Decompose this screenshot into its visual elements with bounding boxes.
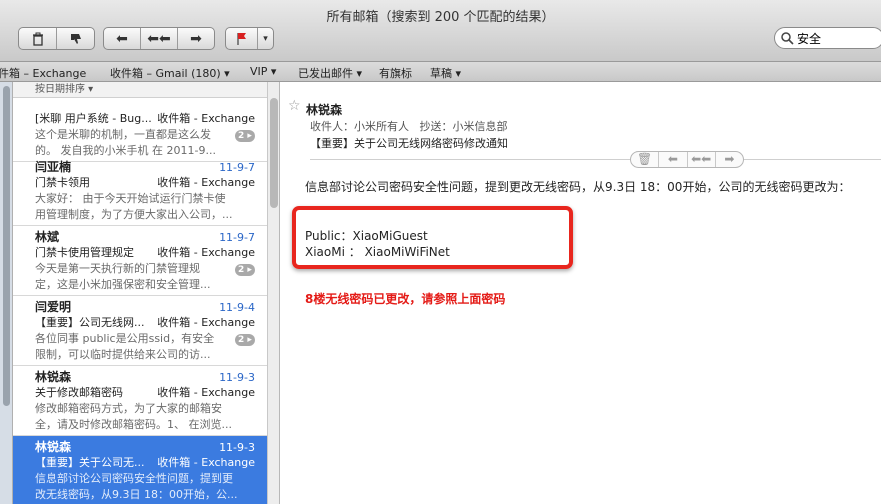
message-sender: 闫爱明 xyxy=(35,300,72,314)
to-value[interactable]: 小米所有人 xyxy=(354,120,409,133)
thread-count-badge[interactable]: 2 ▸ xyxy=(235,334,255,346)
message-date: 11-9-3 xyxy=(219,371,255,384)
forward-icon: ➡ xyxy=(724,152,735,166)
message-subject: [米聊 用户系统 - Bug... xyxy=(35,112,152,125)
trash-icon: 🗑 xyxy=(637,152,653,166)
header-divider xyxy=(310,159,881,160)
message-mailbox: 收件箱 - Exchange xyxy=(157,456,255,469)
favorite-sent[interactable]: 已发出邮件 ▾ xyxy=(298,65,362,81)
message-preview-line1: 今天是第一天执行新的门禁管理规 xyxy=(35,262,200,275)
inline-forward-button[interactable]: ➡ xyxy=(714,152,743,167)
message-mailbox: 收件箱 - Exchange xyxy=(157,316,255,329)
reply-all-button[interactable]: ⬅⬅ xyxy=(140,28,177,49)
message-mailbox: 收件箱 - Exchange xyxy=(157,112,255,125)
message-list-item[interactable]: 闫亚楠 11-9-7 门禁卡领用 收件箱 - Exchange 大家好： 由于今天开… xyxy=(13,156,267,226)
delete-button[interactable] xyxy=(19,28,56,49)
thread-count-badge[interactable]: 2 ▸ xyxy=(235,264,255,276)
message-sender: 林锐森 xyxy=(35,370,72,384)
message-preview-line1: 信息部讨论公司密码安全性问题，提到更 xyxy=(35,472,233,485)
message-sender: 林斌 xyxy=(35,230,60,244)
message-subject-header: 【重要】关于公司无线网络密码修改通知 xyxy=(310,137,508,150)
credential-xiaomi: XiaoMi ： XiaoMiWiFiNet xyxy=(305,245,450,259)
reading-pane: ☆ 林锐森 收件人：小米所有人 抄送：小米信息部 【重要】关于公司无线网络密码修… xyxy=(280,82,881,504)
password-notice: 8楼无线密码已更改，请参照上面密码 xyxy=(305,292,506,306)
search-field[interactable] xyxy=(774,27,881,49)
message-preview-line1: 各位同事 public是公用ssid，有安全 xyxy=(35,332,215,345)
message-subject: 门禁卡使用管理规定 xyxy=(35,246,134,259)
cc-value[interactable]: 小米信息部 xyxy=(453,120,508,133)
window-toolbar: 所有邮箱（搜索到 200 个匹配的结果） ⬅ ⬅⬅ ➡ ▾ xyxy=(0,0,881,62)
mailbox-sidebar xyxy=(0,82,13,504)
scrollbar-thumb[interactable] xyxy=(270,98,278,208)
message-list: 按日期排序 ▾ [米聊 用户系统 - Bug... 收件箱 - Exchange … xyxy=(13,82,267,504)
inline-delete-button[interactable]: 🗑 xyxy=(631,152,658,167)
message-sender: 林锐森 xyxy=(35,440,72,454)
flag-button[interactable] xyxy=(226,28,257,49)
message-preview-line2: 限制，可以临时提供给来公司的访... xyxy=(35,348,211,361)
inline-reply-all-button[interactable]: ⬅⬅ xyxy=(686,152,715,167)
favorites-bar: 件箱 – Exchange 收件箱 – Gmail (180) ▾ VIP ▾ … xyxy=(0,62,881,82)
message-mailbox: 收件箱 - Exchange xyxy=(157,246,255,259)
message-preview-line2: 用管理制度，为了方便大家出入公司，... xyxy=(35,208,233,221)
message-list-item-selected[interactable]: 林锐森 11-9-3 【重要】关于公司无... 收件箱 - Exchange 信息部… xyxy=(13,436,267,504)
cc-label: 抄送： xyxy=(419,120,453,133)
message-preview-line1: 大家好： 由于今天开始试运行门禁卡使 xyxy=(35,192,226,205)
message-date: 11-9-7 xyxy=(219,161,255,174)
message-list-item[interactable]: 林斌 11-9-7 门禁卡使用管理规定 收件箱 - Exchange 今天是第一天执… xyxy=(13,226,267,296)
message-preview-line1: 这个是米聊的机制，一直都是这么发 xyxy=(35,128,211,141)
reply-all-icon: ⬅⬅ xyxy=(691,152,712,166)
reply-all-icon: ⬅⬅ xyxy=(147,30,171,47)
junk-button[interactable] xyxy=(56,28,94,49)
trash-icon xyxy=(32,32,43,46)
message-date: 11-9-3 xyxy=(219,441,255,454)
message-list-scrollbar[interactable] xyxy=(267,82,280,504)
message-mailbox: 收件箱 - Exchange xyxy=(157,386,255,399)
inline-reply-button[interactable]: ⬅ xyxy=(658,152,686,167)
message-from: 林锐森 xyxy=(306,103,343,117)
flag-icon xyxy=(236,32,246,45)
favorite-drafts[interactable]: 草稿 ▾ xyxy=(430,65,461,81)
message-preview-line2: 改无线密码，从9.3日 18：00开始，公... xyxy=(35,488,238,501)
message-date: 11-9-7 xyxy=(219,231,255,244)
reply-group: ⬅ ⬅⬅ ➡ xyxy=(103,27,215,50)
favorite-gmail-inbox[interactable]: 收件箱 – Gmail (180) ▾ xyxy=(110,65,230,81)
message-sender: 闫亚楠 xyxy=(35,160,72,174)
message-preview-line2: 定，这是小米加强保密和安全管理... xyxy=(35,278,211,291)
flag-menu-button[interactable]: ▾ xyxy=(257,28,273,49)
message-date: 11-9-4 xyxy=(219,301,255,314)
search-input[interactable] xyxy=(797,31,877,45)
forward-button[interactable]: ➡ xyxy=(177,28,214,49)
favorite-exchange-inbox[interactable]: 件箱 – Exchange xyxy=(0,65,86,81)
message-list-item[interactable]: 闫爱明 11-9-4 【重要】公司无线网... 收件箱 - Exchange 各位同… xyxy=(13,296,267,366)
reply-icon: ⬅ xyxy=(667,152,678,166)
forward-icon: ➡ xyxy=(190,30,202,47)
message-subject: 【重要】公司无线网... xyxy=(35,316,145,329)
flag-group: ▾ xyxy=(225,27,274,50)
sidebar-scrollbar[interactable] xyxy=(3,86,10,406)
message-subject: 关于修改邮箱密码 xyxy=(35,386,123,399)
thread-count-badge[interactable]: 2 ▸ xyxy=(235,130,255,142)
reply-button[interactable]: ⬅ xyxy=(104,28,140,49)
message-subject: 门禁卡领用 xyxy=(35,176,90,189)
delete-junk-group xyxy=(18,27,95,50)
message-list-item[interactable]: [米聊 用户系统 - Bug... 收件箱 - Exchange 这个是米聊的机制… xyxy=(13,92,267,162)
inline-actions: 🗑 ⬅ ⬅⬅ ➡ xyxy=(630,151,744,168)
credential-public: Public：XiaoMiGuest xyxy=(305,229,428,243)
message-mailbox: 收件箱 - Exchange xyxy=(157,176,255,189)
message-subject: 【重要】关于公司无... xyxy=(35,456,145,469)
recipients-line: 收件人：小米所有人 抄送：小米信息部 xyxy=(310,118,508,134)
star-icon[interactable]: ☆ xyxy=(288,98,301,114)
thumbs-down-icon xyxy=(70,33,81,44)
search-icon xyxy=(781,32,794,45)
message-preview-line1: 修改邮箱密码方式，为了大家的邮箱安 xyxy=(35,402,222,415)
window-title: 所有邮箱（搜索到 200 个匹配的结果） xyxy=(326,10,555,25)
favorite-vip[interactable]: VIP ▾ xyxy=(250,65,276,78)
chevron-down-icon: ▾ xyxy=(263,33,268,44)
to-label: 收件人： xyxy=(310,120,354,133)
message-body-intro: 信息部讨论公司密码安全性问题，提到更改无线密码，从9.3日 18：00开始，公司… xyxy=(305,180,851,194)
reply-icon: ⬅ xyxy=(116,30,128,47)
favorite-flagged[interactable]: 有旗标 xyxy=(379,65,412,81)
message-preview-line2: 全，请及时修改邮箱密码。1、 在浏览... xyxy=(35,418,232,431)
message-list-item[interactable]: 林锐森 11-9-3 关于修改邮箱密码 收件箱 - Exchange 修改邮箱密码方… xyxy=(13,366,267,436)
